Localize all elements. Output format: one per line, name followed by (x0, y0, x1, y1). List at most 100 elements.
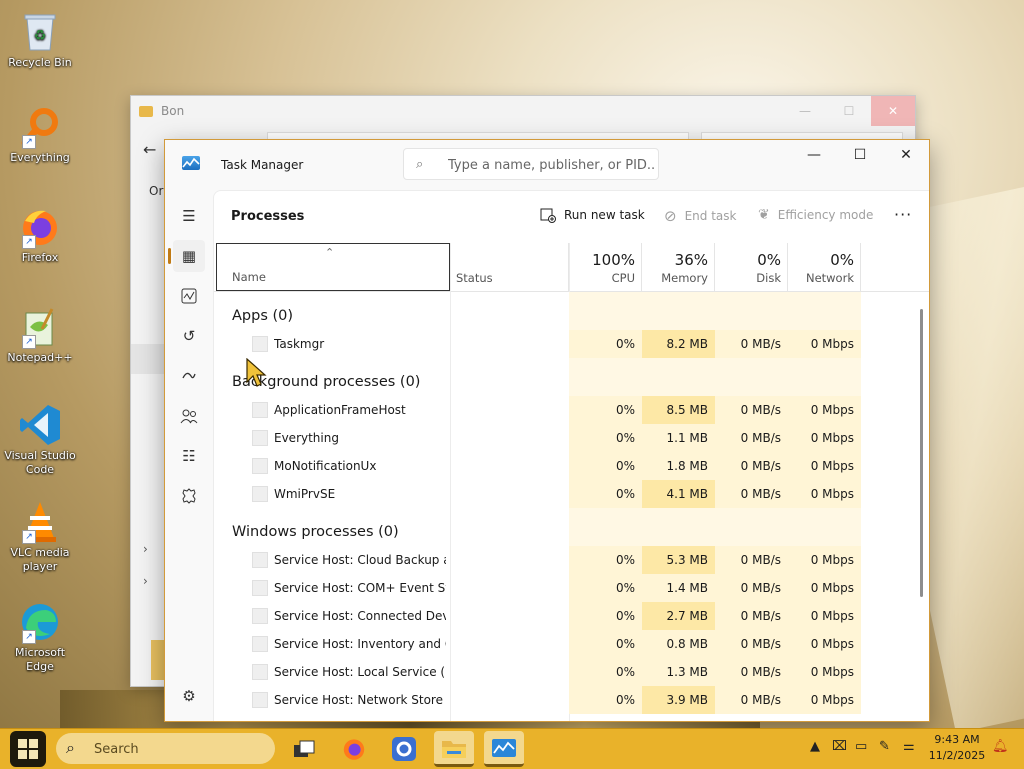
disk-cell: 0 MB/s (715, 424, 788, 452)
performance-nav-icon[interactable] (173, 280, 205, 312)
volume-settings-icon[interactable]: ⚌ (903, 739, 915, 754)
table-row[interactable]: Service Host: Local Service (N... 0% 1.3… (214, 658, 929, 686)
taskbar-search[interactable]: ⌕ (56, 733, 275, 764)
table-row[interactable]: Service Host: Cloud Backup a... 0% 5.3 M… (214, 546, 929, 574)
disk-cell: 0 MB/s (715, 546, 788, 574)
notification-bell-icon[interactable]: 🔔︎ (992, 739, 1009, 754)
memory-cell: 1.1 MB (642, 424, 715, 452)
end-task-button[interactable]: ⊘ End task (664, 207, 736, 225)
processes-nav-icon[interactable]: ▦ (173, 240, 205, 272)
system-clock[interactable]: 9:43 AM 11/2/2025 (924, 732, 990, 764)
show-hidden-icons-button[interactable]: ▲ (810, 739, 820, 754)
table-row[interactable]: ApplicationFrameHost 0% 8.5 MB 0 MB/s 0 … (214, 396, 929, 424)
network-cell: 0 Mbps (788, 630, 861, 658)
cpu-cell: 0% (569, 686, 642, 714)
taskbar-firefox-icon[interactable] (334, 731, 374, 767)
pen-icon[interactable]: ✎ (879, 739, 890, 754)
column-header-network[interactable]: 0% Network (788, 243, 861, 291)
task-view-button[interactable] (284, 731, 324, 767)
desktop-icon-firefox[interactable]: ↗ Firefox (4, 205, 76, 265)
table-row[interactable]: Service Host: COM+ Event Sys... 0% 1.4 M… (214, 574, 929, 602)
command-bar-item[interactable]: Or (149, 184, 163, 198)
desktop-icon-edge[interactable]: ↗ Microsoft Edge (4, 600, 76, 674)
table-row[interactable]: Taskmgr 0% 8.2 MB 0 MB/s 0 Mbps (214, 330, 929, 358)
more-options-button[interactable]: ··· (894, 205, 912, 224)
run-new-task-button[interactable]: Run new task (540, 207, 645, 223)
table-row[interactable]: Service Host: Network Store In... 0% 3.9… (214, 686, 929, 714)
vlc-icon: ↗ (18, 500, 62, 544)
memory-cell: 2.7 MB (642, 602, 715, 630)
hamburger-menu-icon[interactable]: ☰ (173, 200, 205, 232)
startup-apps-nav-icon[interactable] (173, 360, 205, 392)
column-header-status[interactable]: Status (450, 243, 569, 291)
table-row[interactable]: Service Host: Inventory and C... 0% 0.8 … (214, 630, 929, 658)
process-name: Service Host: Network Store In... (274, 693, 446, 707)
cpu-total-percent: 100% (592, 251, 635, 269)
chevron-right-icon[interactable]: › (143, 542, 148, 556)
chevron-right-icon[interactable]: › (143, 574, 148, 588)
column-header-memory[interactable]: 36% Memory (642, 243, 715, 291)
firefox-icon: ↗ (18, 205, 62, 249)
column-header-cpu[interactable]: 100% CPU (569, 243, 642, 291)
table-row[interactable]: Service Host: Connected Devi... 0% 2.7 M… (214, 602, 929, 630)
display-icon[interactable]: ▭ (855, 739, 867, 754)
process-icon (252, 430, 268, 446)
nav-pane-selection (131, 344, 165, 374)
desktop-icon-label: Firefox (21, 251, 59, 264)
app-history-nav-icon[interactable]: ↺ (173, 320, 205, 352)
desktop-icon-recycle-bin[interactable]: ♻ Recycle Bin (4, 10, 76, 70)
task-manager-logo-icon (182, 156, 200, 170)
start-button[interactable] (10, 731, 46, 767)
disk-cell: 0 MB/s (715, 574, 788, 602)
column-header-name[interactable]: ⌃ Name (216, 243, 450, 291)
details-nav-icon[interactable]: ☷ (173, 440, 205, 472)
run-new-task-label: Run new task (564, 208, 645, 222)
maximize-button[interactable]: ☐ (837, 140, 883, 170)
column-label: Name (232, 270, 266, 284)
table-row[interactable]: Everything 0% 1.1 MB 0 MB/s 0 Mbps (214, 424, 929, 452)
desktop-icon-vlc[interactable]: ↗ VLC media player (4, 500, 76, 574)
group-row-background[interactable]: Background processes (0) (214, 358, 929, 396)
services-nav-icon[interactable] (173, 480, 205, 512)
taskbar-file-explorer-icon[interactable] (434, 731, 474, 767)
shortcut-arrow-icon: ↗ (22, 530, 36, 544)
group-row-windows[interactable]: Windows processes (0) (214, 508, 929, 546)
table-row[interactable]: MoNotificationUx 0% 1.8 MB 0 MB/s 0 Mbps (214, 452, 929, 480)
process-search-box[interactable]: ⌕ (403, 148, 659, 180)
vertical-scrollbar[interactable] (920, 309, 923, 597)
desktop-icon-vscode[interactable]: Visual Studio Code (4, 403, 76, 477)
memory-total-percent: 36% (674, 251, 708, 269)
memory-cell: 1.3 MB (642, 658, 715, 686)
task-manager-window[interactable]: Task Manager ⌕ — ☐ ✕ ☰ ▦ ↺ ☷ ⚙ Processes (164, 139, 930, 722)
minimize-button[interactable]: — (783, 96, 827, 126)
process-name: Service Host: Local Service (N... (274, 665, 446, 679)
network-status-icon[interactable]: ⌧ (832, 739, 847, 754)
column-header-disk[interactable]: 0% Disk (715, 243, 788, 291)
minimize-button[interactable]: — (791, 140, 837, 170)
process-icon (252, 692, 268, 708)
group-row-apps[interactable]: Apps (0) (214, 292, 929, 330)
taskbar-settings-icon[interactable] (384, 731, 424, 767)
taskbar-task-manager-icon[interactable] (484, 731, 524, 767)
desktop-icon-everything[interactable]: ↗ Everything (4, 105, 76, 165)
maximize-button[interactable]: ☐ (827, 96, 871, 126)
process-search-input[interactable] (446, 155, 656, 175)
edge-icon: ↗ (18, 600, 62, 644)
process-name: Service Host: Cloud Backup a... (274, 553, 446, 567)
task-manager-titlebar[interactable]: Task Manager ⌕ — ☐ ✕ (165, 140, 929, 190)
taskbar-search-input[interactable] (92, 739, 266, 759)
settings-nav-icon[interactable]: ⚙ (173, 680, 205, 712)
recycle-bin-icon: ♻ (18, 10, 62, 54)
process-icon (252, 486, 268, 502)
close-button[interactable]: ✕ (871, 96, 915, 126)
back-arrow-icon[interactable]: ← (143, 140, 156, 159)
table-row[interactable]: WmiPrvSE 0% 4.1 MB 0 MB/s 0 Mbps (214, 480, 929, 508)
memory-cell: 1.4 MB (642, 574, 715, 602)
desktop-icon-notepad-plus-plus[interactable]: ↗ Notepad++ (4, 305, 76, 365)
close-button[interactable]: ✕ (883, 140, 929, 170)
process-name: ApplicationFrameHost (274, 403, 406, 417)
navigation-rail: ☰ ▦ ↺ ☷ ⚙ (165, 190, 213, 721)
svg-text:♻: ♻ (34, 28, 47, 44)
efficiency-mode-button[interactable]: ❦ Efficiency mode (758, 207, 873, 223)
users-nav-icon[interactable] (173, 400, 205, 432)
